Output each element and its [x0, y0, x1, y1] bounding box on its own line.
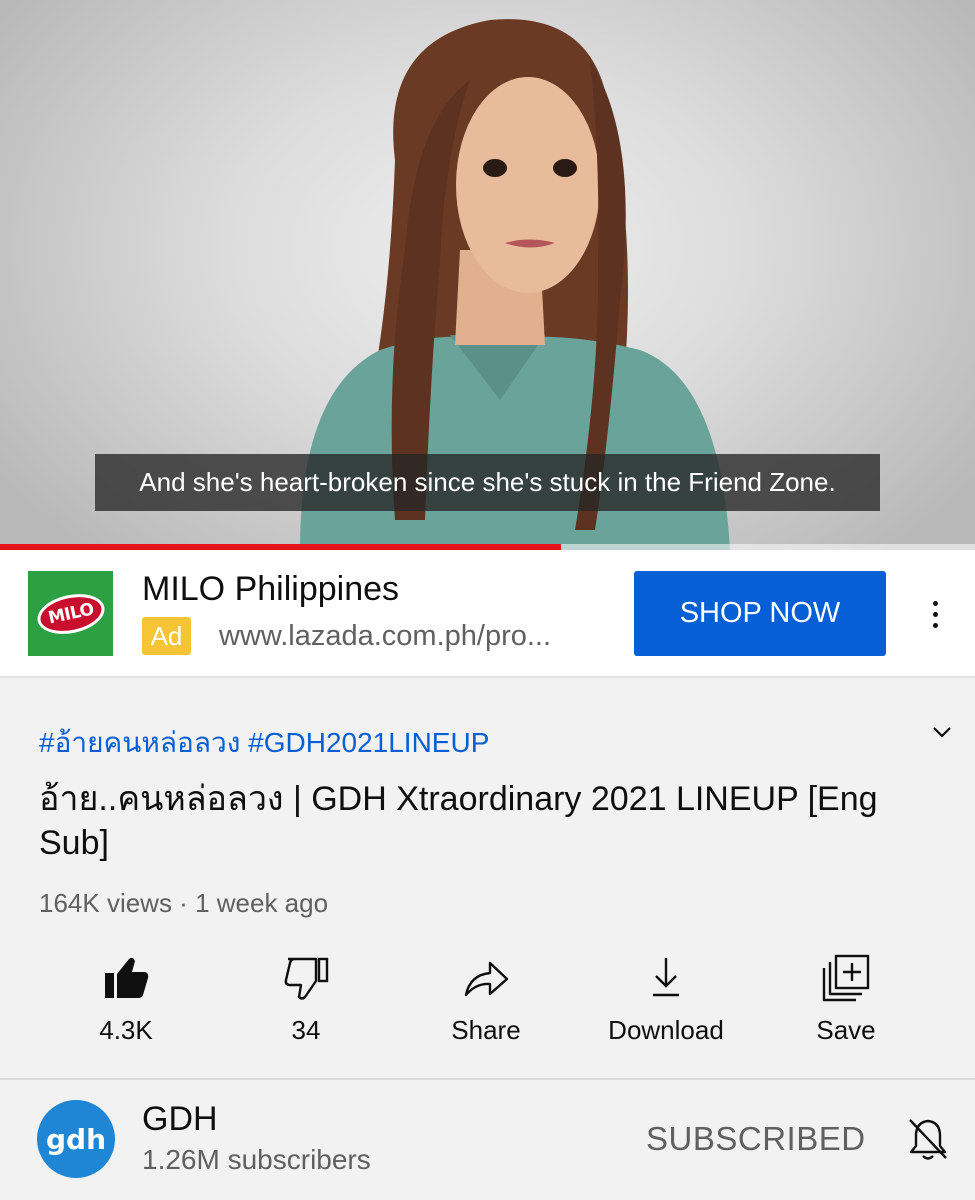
like-count: 4.3K	[99, 1015, 153, 1045]
like-button[interactable]: 4.3K	[51, 953, 201, 1053]
shop-now-button[interactable]: SHOP NOW	[634, 571, 886, 656]
share-button[interactable]: Share	[411, 953, 561, 1053]
channel-avatar-text: gdh	[45, 1122, 107, 1156]
video-title[interactable]: อ้าย..คนหล่อลวง | GDH Xtraordinary 2021 …	[39, 777, 899, 865]
advertiser-logo[interactable]: MILO	[28, 571, 113, 656]
advertiser-name[interactable]: MILO Philippines	[142, 570, 399, 609]
ad-badge: Ad	[142, 617, 191, 655]
download-label: Download	[608, 1015, 724, 1045]
channel-avatar[interactable]: gdh	[37, 1100, 115, 1178]
ad-url[interactable]: www.lazada.com.ph/pro...	[219, 620, 604, 653]
milo-logo-badge: MILO	[33, 587, 108, 640]
dislike-button[interactable]: 34	[231, 953, 381, 1053]
chevron-down-icon[interactable]	[930, 720, 954, 744]
ad-more-options-icon[interactable]	[920, 594, 950, 634]
channel-name[interactable]: GDH	[142, 1100, 218, 1139]
action-bar: 4.3K 34 Share Download Save	[0, 953, 975, 1053]
subscriber-count: 1.26M subscribers	[142, 1144, 371, 1175]
video-hashtags[interactable]: #อ้ายคนหล่อลวง #GDH2021LINEUP	[39, 721, 489, 765]
share-icon	[464, 961, 509, 997]
video-info-section: #อ้ายคนหล่อลวง #GDH2021LINEUP อ้าย..คนหล…	[0, 678, 975, 1080]
channel-row: gdh GDH 1.26M subscribers SUBSCRIBED	[0, 1080, 975, 1198]
save-playlist-icon	[822, 954, 870, 1002]
thumbs-up-icon	[105, 957, 149, 998]
download-icon	[653, 958, 679, 997]
dislike-count: 34	[291, 1015, 321, 1045]
subtitle-caption: And she's heart-broken since she's stuck…	[95, 454, 880, 511]
download-button[interactable]: Download	[591, 953, 741, 1053]
ad-banner[interactable]: MILO MILO Philippines Ad www.lazada.com.…	[0, 550, 975, 678]
video-meta: 164K views · 1 week ago	[39, 888, 329, 918]
video-player[interactable]: And she's heart-broken since she's stuck…	[0, 0, 975, 550]
save-button[interactable]: Save	[771, 953, 921, 1053]
save-label: Save	[816, 1015, 876, 1045]
notification-bell-off-icon[interactable]	[906, 1116, 950, 1162]
thumbs-down-icon	[284, 957, 329, 1000]
milo-logo-text: MILO	[36, 591, 105, 636]
share-label: Share	[451, 1015, 521, 1045]
subscribed-button[interactable]: SUBSCRIBED	[646, 1120, 866, 1158]
